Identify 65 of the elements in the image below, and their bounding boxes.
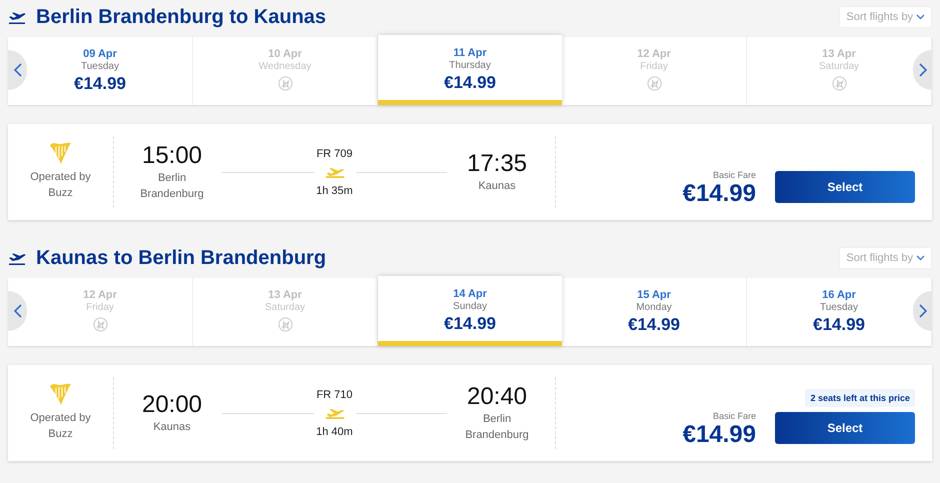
caret-icon: [916, 255, 925, 261]
select-button[interactable]: Select: [775, 412, 915, 444]
route-title: Kaunas to Berlin Brandenburg: [36, 246, 328, 270]
day-price: €14.99: [444, 314, 496, 334]
flight-duration: 1h 40m: [316, 426, 353, 438]
date-tab[interactable]: 15 Apr Monday €14.99: [562, 278, 747, 346]
departure-city: Berlin Brandenburg: [139, 171, 205, 202]
day-weekday: Tuesday: [81, 61, 119, 72]
arrival-city: Kaunas: [477, 179, 517, 194]
day-price: €14.99: [813, 315, 865, 335]
date-tab[interactable]: 14 Apr Sunday €14.99: [378, 276, 562, 346]
arrival-city: Berlin Brandenburg: [464, 412, 530, 443]
fare-price: €14.99: [682, 180, 756, 208]
date-tab[interactable]: 11 Apr Thursday €14.99: [378, 35, 562, 105]
day-weekday: Friday: [640, 61, 668, 72]
chevron-left-icon: [14, 63, 22, 77]
harp-logo-icon: [48, 140, 74, 166]
chevron-right-icon: [918, 304, 926, 318]
day-weekday: Thursday: [449, 60, 491, 71]
plane-icon: [324, 406, 346, 420]
fare-price: €14.99: [682, 421, 756, 449]
day-price: €14.99: [628, 315, 680, 335]
plane-icon: [324, 166, 346, 178]
operator-label: Operated by Buzz: [30, 411, 91, 442]
takeoff-icon: [8, 10, 28, 24]
flight-duration: 1h 35m: [316, 184, 353, 196]
day-weekday: Monday: [636, 302, 672, 313]
departure-time: 15:00: [142, 142, 202, 170]
arrival-time: 17:35: [466, 150, 528, 178]
day-date: 13 Apr: [822, 48, 856, 60]
fare-label: Basic Fare: [712, 170, 756, 180]
day-date: 10 Apr: [268, 48, 302, 60]
day-date: 09 Apr: [83, 48, 117, 60]
flight-number: FR 709: [316, 148, 353, 160]
date-tab[interactable]: 16 Apr Tuesday €14.99: [747, 278, 932, 346]
day-date: 13 Apr: [268, 289, 302, 301]
day-price: €14.99: [444, 73, 496, 93]
day-date: 15 Apr: [637, 289, 671, 301]
takeoff-icon: [8, 252, 28, 264]
day-weekday: Wednesday: [258, 61, 312, 72]
chevron-right-icon: [918, 63, 926, 77]
fare-label: Basic Fare: [712, 411, 756, 421]
day-weekday: Saturday: [264, 302, 306, 313]
arrival-time: 20:40: [466, 383, 528, 411]
day-date: 12 Apr: [637, 48, 671, 60]
seats-left-badge: 2 seats left at this price: [805, 389, 915, 407]
day-date: 14 Apr: [453, 288, 487, 300]
chevron-left-icon: [14, 304, 22, 318]
day-date: 16 Apr: [822, 289, 856, 301]
harp-logo-icon: [48, 381, 74, 407]
day-price: €14.99: [74, 74, 126, 94]
operator-label: Operated by Buzz: [30, 170, 91, 201]
day-date: 11 Apr: [453, 47, 487, 59]
day-date: 12 Apr: [83, 289, 117, 301]
date-tab[interactable]: 09 Apr Tuesday €14.99: [8, 37, 193, 105]
departure-city: Kaunas: [152, 420, 192, 435]
flight-number: FR 710: [316, 388, 353, 400]
caret-icon: [916, 14, 925, 20]
day-weekday: Tuesday: [820, 302, 858, 313]
route-title: Berlin Brandenburg to Kaunas: [36, 6, 328, 28]
day-weekday: Sunday: [453, 301, 487, 312]
day-weekday: Saturday: [818, 61, 860, 72]
day-weekday: Friday: [86, 302, 114, 313]
select-button[interactable]: Select: [775, 171, 915, 203]
departure-time: 20:00: [142, 391, 202, 419]
